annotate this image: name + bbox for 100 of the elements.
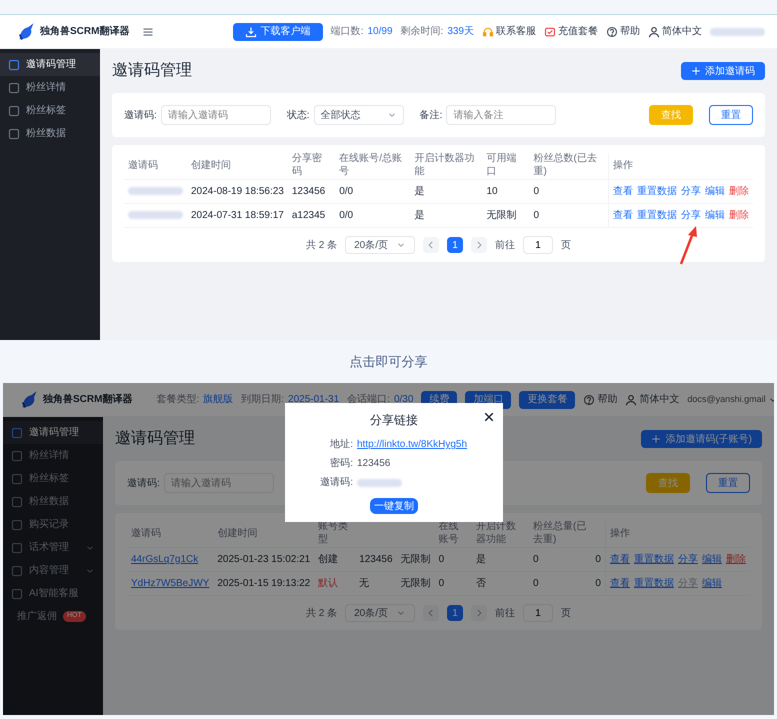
invite-code-link[interactable]: YdHz7W5BeJWY [131,578,210,589]
header-link[interactable]: 帮助 [583,392,618,407]
download-button[interactable]: 下载客户端 [232,22,323,40]
sidebar-item[interactable]: 购买记录 [3,513,103,536]
sidebar-item[interactable]: AI智能客服 [3,582,103,605]
header-button[interactable]: 更换套餐 [519,390,576,408]
header-link[interactable]: 充值套餐 [544,24,598,39]
table-cell: 是 [414,210,424,221]
column-header: 粉丝总数(已去重) [533,153,597,177]
goto-label: 前往 [495,238,516,252]
action-link[interactable]: 重置数据 [636,184,677,198]
table-cell: 2024-07-31 18:59:17 [191,210,284,221]
stat-label: 会话端口: [347,392,390,407]
reset-button[interactable]: 重置 [709,105,753,125]
table-cell: 10 [486,186,498,196]
share-link[interactable]: http://linkto.tw/8KkHyg5h [357,437,468,452]
action-link[interactable]: 重置数据 [636,208,677,223]
sidebar-item[interactable]: 邀请码管理 [3,421,103,444]
column-header: 可用端口 [486,153,516,177]
action-link[interactable]: 编辑 [702,576,722,591]
copy-button[interactable]: 一键复制 [370,498,418,514]
table-cell: 0/0 [339,186,354,196]
status-select[interactable]: 全部状态 [314,105,404,125]
column-header: 在线账号/总账号 [339,153,402,177]
action-link[interactable]: 分享 [678,576,698,591]
account-menu[interactable]: docs@yanshi.gmail [687,392,774,406]
language-link[interactable]: 简体中文 [648,24,702,39]
column-header: 邀请码 [128,160,158,170]
total-count: 共 2 条 [306,238,338,252]
table-cell: 无限制 [400,554,431,564]
action-link[interactable]: 重置数据 [634,552,674,566]
action-link[interactable]: 删除 [728,184,749,198]
filter-label: 状态: [286,108,310,122]
page-title: 邀请码管理 [115,428,195,449]
caption: 点击即可分享 [348,352,428,371]
stat-label: 到期日期: [241,392,284,407]
invite-code-link[interactable]: 44rGsLq7g1Ck [131,554,198,564]
add-button[interactable]: 添加邀请码 [681,62,765,80]
sidebar-item[interactable]: 粉丝标签 [0,99,100,122]
page-size-select[interactable]: 20条/页 [345,604,416,622]
field-value: 123456 [357,457,390,471]
column-header: 粉丝总量(已去重) [532,521,586,545]
action-link[interactable]: 分享 [680,184,701,198]
action-link[interactable]: 查看 [610,576,630,591]
reset-button[interactable]: 重置 [706,473,750,493]
table-cell: 0/0 [339,210,354,221]
language-link[interactable]: 简体中文 [625,392,680,407]
action-link[interactable]: 查看 [612,184,633,198]
sidebar-item[interactable]: 粉丝标签 [3,467,103,490]
action-link[interactable]: 编辑 [704,184,725,198]
table-cell: 无 [359,578,370,589]
input-field[interactable]: 请输入备注 [446,105,556,125]
table-cell: 0 [533,186,540,196]
logo-text: 独角兽SCRM翻译器 [40,24,130,39]
page-button[interactable]: 1 [447,237,464,253]
filter-label: 邀请码: [127,476,160,490]
filter-label: 备注: [420,108,442,122]
page-button[interactable]: 1 [447,605,464,621]
sidebar-item[interactable]: 话术管理 [3,536,103,559]
sidebar-item[interactable]: 粉丝数据 [3,490,103,513]
action-link[interactable]: 编辑 [704,208,725,223]
table-cell: 123456 [359,554,393,564]
column-header: 分享密码 [292,153,322,177]
sidebar-item[interactable]: 粉丝数据 [0,122,100,145]
sidebar-item[interactable]: 粉丝详情 [0,76,100,99]
input-field[interactable]: 请输入邀请码 [160,105,271,125]
field-label: 密码: [329,456,353,471]
table-cell: 是 [414,186,424,196]
action-link[interactable]: 查看 [610,552,630,566]
action-link[interactable]: 分享 [678,552,698,566]
table-cell: 无限制 [486,210,516,221]
header-link[interactable]: 帮助 [606,24,640,39]
action-link[interactable]: 编辑 [702,552,722,566]
column-header: 开启计数器功能 [414,153,474,177]
table-cell: 默认 [318,578,338,589]
action-link[interactable]: 删除 [728,208,749,223]
sidebar-item[interactable]: 内容管理 [3,559,103,582]
sidebar-item[interactable]: 邀请码管理 [0,53,100,76]
table-cell: 2024-08-19 18:56:23 [191,186,284,196]
header-link[interactable]: 联系客服 [482,24,536,39]
column-header: 创建时间 [191,160,231,170]
page-input[interactable]: 1 [523,236,554,254]
page-input[interactable]: 1 [523,604,554,622]
total-count: 共 2 条 [306,606,338,620]
stat-value: 10/99 [368,25,393,39]
table-cell: 0 [595,554,601,564]
action-link[interactable]: 重置数据 [634,576,674,591]
table-cell: 123456 [292,186,326,196]
table-cell: 2025-01-15 19:13:22 [217,578,310,589]
action-link[interactable]: 删除 [726,552,746,566]
action-link[interactable]: 分享 [680,208,701,223]
action-link[interactable]: 查看 [612,208,633,223]
table-cell: 0 [533,210,540,221]
sidebar-item[interactable]: 粉丝详情 [3,444,103,467]
add-button[interactable]: 添加邀请码(子账号) [641,430,762,448]
stat-value: 旗舰版 [203,392,234,407]
field-label: 邀请码: [319,476,353,490]
input-field[interactable]: 请输入邀请码 [164,473,274,493]
page-title: 邀请码管理 [112,60,192,81]
page-size-select[interactable]: 20条/页 [345,236,416,254]
